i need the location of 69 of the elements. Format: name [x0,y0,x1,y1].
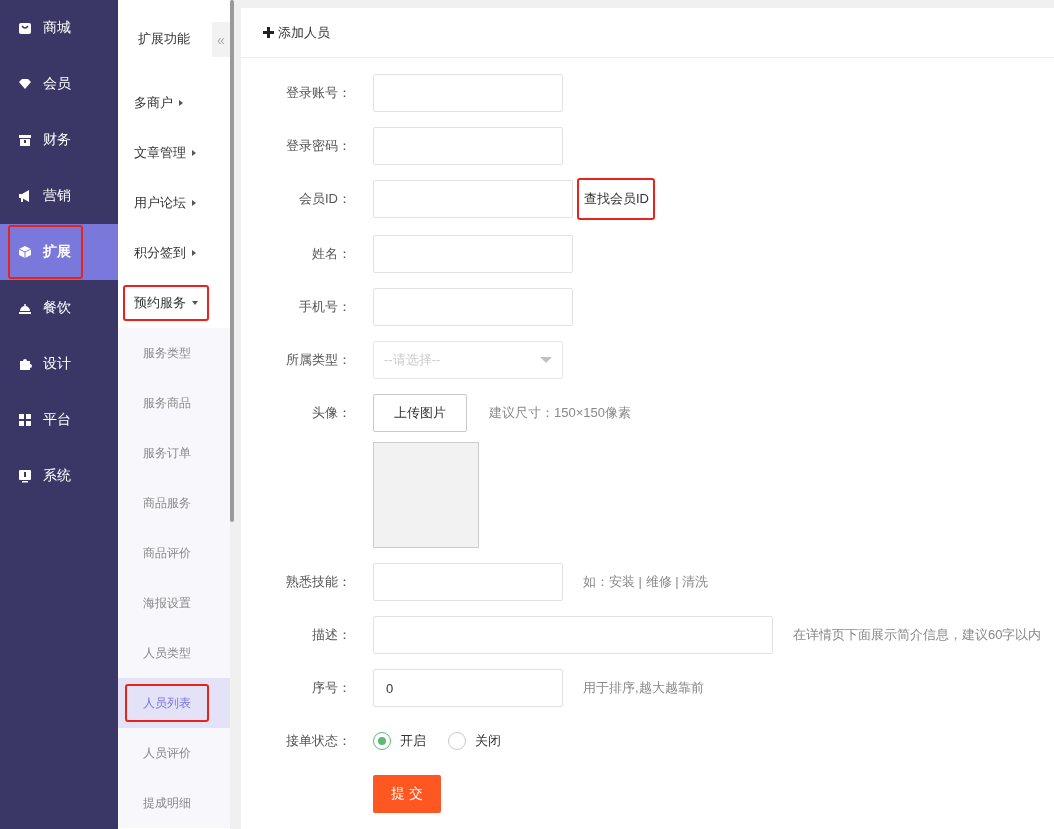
main-nav-item[interactable]: 系统 [0,448,118,504]
main-nav-item[interactable]: 商城 [0,0,118,56]
submenu-item[interactable]: 商品评价 [125,534,209,572]
megaphone-icon [18,189,32,203]
main-nav-item[interactable]: 设计 [0,336,118,392]
field-label: 序号： [311,679,351,697]
submenu-title: 扩展功能 [138,30,190,48]
upload-button[interactable]: 上传图片 [373,394,467,432]
text-input[interactable] [373,74,563,112]
field-label: 接单状态： [285,732,351,750]
cube-icon [18,245,32,259]
hint-text: 建议尺寸：150×150像素 [489,404,631,422]
submenu-group[interactable]: 预约服务 [123,285,209,321]
submenu-item[interactable]: 服务订单 [125,434,209,472]
field-label: 会员ID： [298,190,351,208]
puzzle-icon [18,357,32,371]
text-input[interactable] [373,180,573,218]
text-input[interactable] [373,127,563,165]
caret-icon [192,150,196,156]
hint-text: 在详情页下面展示简介信息，建议60字以内 [793,626,1042,644]
field-label: 手机号： [298,298,351,316]
find-member-link[interactable]: 查找会员ID [577,178,655,220]
submenu-item[interactable]: 提成明细 [125,784,209,822]
scrollbar-thumb[interactable] [230,0,234,522]
submenu-item[interactable]: 商品服务 [125,484,209,522]
field-label: 所属类型： [285,351,351,369]
main-nav-item[interactable]: 财务 [0,112,118,168]
submenu-group[interactable]: 文章管理 [123,135,207,171]
bag-icon [18,21,32,35]
submenu-group[interactable]: 积分签到 [123,235,207,271]
box-icon [18,133,32,147]
field-label: 姓名： [311,245,351,263]
cloche-icon [18,301,32,315]
text-input[interactable] [373,563,563,601]
hint-text: 用于排序,越大越靠前 [583,679,704,697]
submenu-item[interactable]: 人员评价 [125,734,209,772]
main-nav-item[interactable]: 会员 [0,56,118,112]
grid-icon [18,413,32,427]
plus-icon [263,27,274,38]
submenu-item[interactable]: 服务商品 [125,384,209,422]
caret-icon [179,100,183,106]
text-input[interactable] [373,616,773,654]
main-nav-item[interactable]: 扩展 [0,224,118,280]
text-input[interactable] [373,288,573,326]
radio-option[interactable]: 关闭 [448,732,501,750]
main-nav-item[interactable]: 平台 [0,392,118,448]
caret-icon [192,250,196,256]
field-label: 登录账号： [285,84,351,102]
submenu-group[interactable]: 多商户 [123,85,194,121]
caret-icon [192,200,196,206]
field-label: 登录密码： [285,137,351,155]
caret-icon [540,357,552,363]
monitor-icon [18,469,32,483]
submenu-item[interactable]: 人员类型 [125,634,209,672]
text-input[interactable]: 0 [373,669,563,707]
hint-text: 如：安装 | 维修 | 清洗 [583,573,709,591]
field-label: 熟悉技能： [285,573,351,591]
radio-option[interactable]: 开启 [373,732,426,750]
field-label: 描述： [311,626,351,644]
main-nav-item[interactable]: 餐饮 [0,280,118,336]
panel-title: 添加人员 [278,23,330,42]
submenu-group[interactable]: 用户论坛 [123,185,207,221]
gem-icon [18,77,32,91]
text-input[interactable] [373,235,573,273]
submenu-item[interactable]: 海报设置 [125,584,209,622]
field-label: 头像： [311,404,351,422]
caret-icon [192,301,198,305]
submenu-item[interactable]: 服务类型 [125,334,209,372]
main-nav-item[interactable]: 营销 [0,168,118,224]
